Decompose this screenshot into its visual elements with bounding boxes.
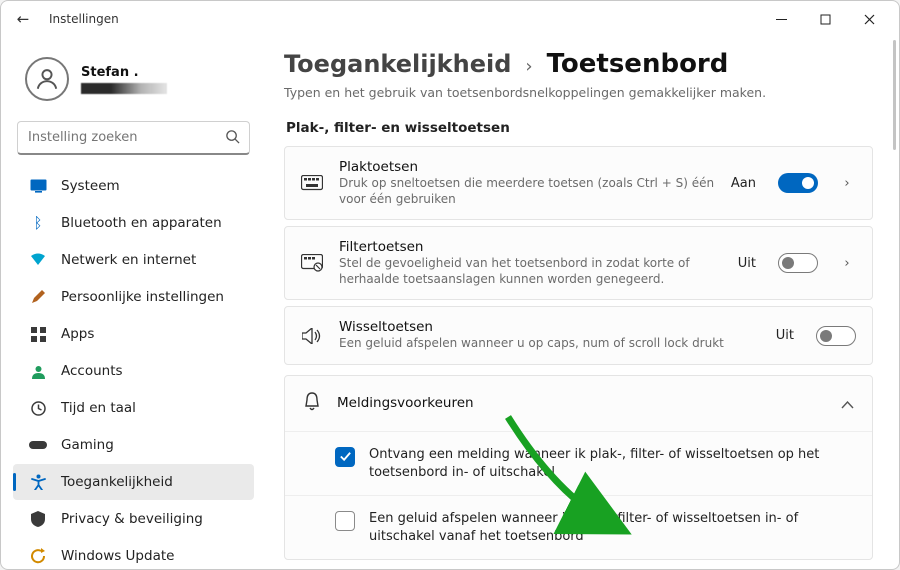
pref-play-sound-on-toggle[interactable]: Een geluid afspelen wanneer ik plak-, fi…	[285, 495, 872, 559]
bell-icon	[303, 392, 321, 415]
sidebar-item-label: Toegankelijkheid	[61, 474, 173, 490]
toggle-state: Uit	[776, 328, 794, 343]
sidebar-item-label: Accounts	[61, 363, 123, 379]
row-desc: Stel de gevoeligheid van het toetsenbord…	[339, 256, 724, 287]
sidebar-item-gaming[interactable]: Gaming	[13, 427, 254, 463]
profile[interactable]: Stefan .	[9, 49, 258, 115]
back-button[interactable]: ←	[9, 10, 37, 28]
keyboard-filter-icon	[299, 254, 325, 272]
sidebar-item-label: Systeem	[61, 178, 120, 194]
maximize-button[interactable]	[803, 4, 847, 34]
sidebar-item-personalization[interactable]: Persoonlijke instellingen	[13, 279, 254, 315]
minimize-button[interactable]	[759, 4, 803, 34]
person-icon	[29, 362, 47, 380]
toggle-sticky-keys[interactable]	[778, 173, 818, 193]
sidebar-item-label: Apps	[61, 326, 94, 342]
checkbox[interactable]	[335, 447, 355, 467]
row-sticky-keys[interactable]: Plaktoetsen Druk op sneltoetsen die meer…	[284, 146, 873, 220]
row-title: Wisseltoetsen	[339, 319, 762, 335]
notification-preferences-expander: Meldingsvoorkeuren Ontvang een melding w…	[284, 375, 873, 560]
close-icon	[864, 14, 875, 25]
toggle-state: Uit	[738, 256, 756, 271]
settings-window: ← Instellingen Stefan .	[0, 0, 900, 570]
sidebar-item-windows-update[interactable]: Windows Update	[13, 538, 254, 569]
update-icon	[29, 547, 47, 565]
sidebar-item-system[interactable]: Systeem	[13, 168, 254, 204]
search-input[interactable]	[17, 121, 250, 155]
pref-notify-on-toggle[interactable]: Ontvang een melding wanneer ik plak-, fi…	[285, 432, 872, 495]
section-label: Plak-, filter- en wisseltoetsen	[286, 120, 873, 136]
sidebar-item-network[interactable]: Netwerk en internet	[13, 242, 254, 278]
avatar	[25, 57, 69, 101]
checkbox[interactable]	[335, 511, 355, 531]
sidebar-item-label: Bluetooth en apparaten	[61, 215, 222, 231]
bluetooth-icon: ᛒ	[29, 214, 47, 232]
scrollbar-thumb[interactable]	[893, 40, 896, 150]
clock-icon	[29, 399, 47, 417]
nav: Systeem ᛒ Bluetooth en apparaten Netwerk …	[9, 167, 258, 569]
minimize-icon	[776, 14, 787, 25]
sidebar-item-apps[interactable]: Apps	[13, 316, 254, 352]
gamepad-icon	[29, 436, 47, 454]
search-icon	[225, 129, 240, 148]
sidebar-item-label: Windows Update	[61, 548, 174, 564]
chevron-right-icon: ›	[525, 56, 532, 77]
breadcrumb: Toegankelijkheid › Toetsenbord	[284, 49, 873, 79]
sidebar-item-label: Netwerk en internet	[61, 252, 196, 268]
sidebar-item-bluetooth[interactable]: ᛒ Bluetooth en apparaten	[13, 205, 254, 241]
wifi-icon	[29, 251, 47, 269]
chevron-up-icon	[841, 394, 854, 413]
expander-title: Meldingsvoorkeuren	[337, 395, 825, 411]
page-subtitle: Typen en het gebruik van toetsenbordsnel…	[284, 85, 873, 100]
profile-name: Stefan .	[81, 65, 167, 80]
checkbox-label: Ontvang een melding wanneer ik plak-, fi…	[369, 446, 854, 481]
brush-icon	[29, 288, 47, 306]
shield-icon	[29, 510, 47, 528]
page-title: Toetsenbord	[547, 49, 729, 79]
row-toggle-keys[interactable]: Wisseltoetsen Een geluid afspelen wannee…	[284, 306, 873, 365]
titlebar: ← Instellingen	[1, 1, 899, 37]
close-button[interactable]	[847, 4, 891, 34]
breadcrumb-parent[interactable]: Toegankelijkheid	[284, 50, 511, 78]
checkbox-label: Een geluid afspelen wanneer ik plak-, fi…	[369, 510, 854, 545]
profile-email-redacted	[81, 83, 167, 94]
keyboard-icon	[299, 175, 325, 191]
scrollbar[interactable]	[892, 40, 898, 520]
search-box[interactable]	[17, 121, 250, 155]
main-content: Toegankelijkheid › Toetsenbord Typen en …	[266, 37, 899, 569]
person-icon	[34, 66, 60, 92]
sidebar-item-label: Privacy & beveiliging	[61, 511, 203, 527]
row-filter-keys[interactable]: Filtertoetsen Stel de gevoeligheid van h…	[284, 226, 873, 300]
sidebar-item-accessibility[interactable]: Toegankelijkheid	[13, 464, 254, 500]
accessibility-icon	[29, 473, 47, 491]
maximize-icon	[820, 14, 831, 25]
display-icon	[29, 177, 47, 195]
row-desc: Een geluid afspelen wanneer u op caps, n…	[339, 336, 762, 352]
sidebar-item-label: Persoonlijke instellingen	[61, 289, 224, 305]
sound-icon	[299, 328, 325, 344]
sidebar-item-label: Gaming	[61, 437, 114, 453]
sidebar-item-time-language[interactable]: Tijd en taal	[13, 390, 254, 426]
apps-icon	[29, 325, 47, 343]
sidebar-item-label: Tijd en taal	[61, 400, 136, 416]
window-title: Instellingen	[49, 12, 119, 26]
row-title: Filtertoetsen	[339, 239, 724, 255]
toggle-toggle-keys[interactable]	[816, 326, 856, 346]
sidebar-item-privacy[interactable]: Privacy & beveiliging	[13, 501, 254, 537]
chevron-right-icon[interactable]: ›	[838, 256, 856, 271]
sidebar: Stefan . Systeem ᛒ Bluetooth en apparaten…	[1, 37, 266, 569]
toggle-filter-keys[interactable]	[778, 253, 818, 273]
toggle-state: Aan	[731, 176, 756, 191]
row-desc: Druk op sneltoetsen die meerdere toetsen…	[339, 176, 717, 207]
chevron-right-icon[interactable]: ›	[838, 176, 856, 191]
sidebar-item-accounts[interactable]: Accounts	[13, 353, 254, 389]
expander-header[interactable]: Meldingsvoorkeuren	[285, 376, 872, 431]
row-title: Plaktoetsen	[339, 159, 717, 175]
